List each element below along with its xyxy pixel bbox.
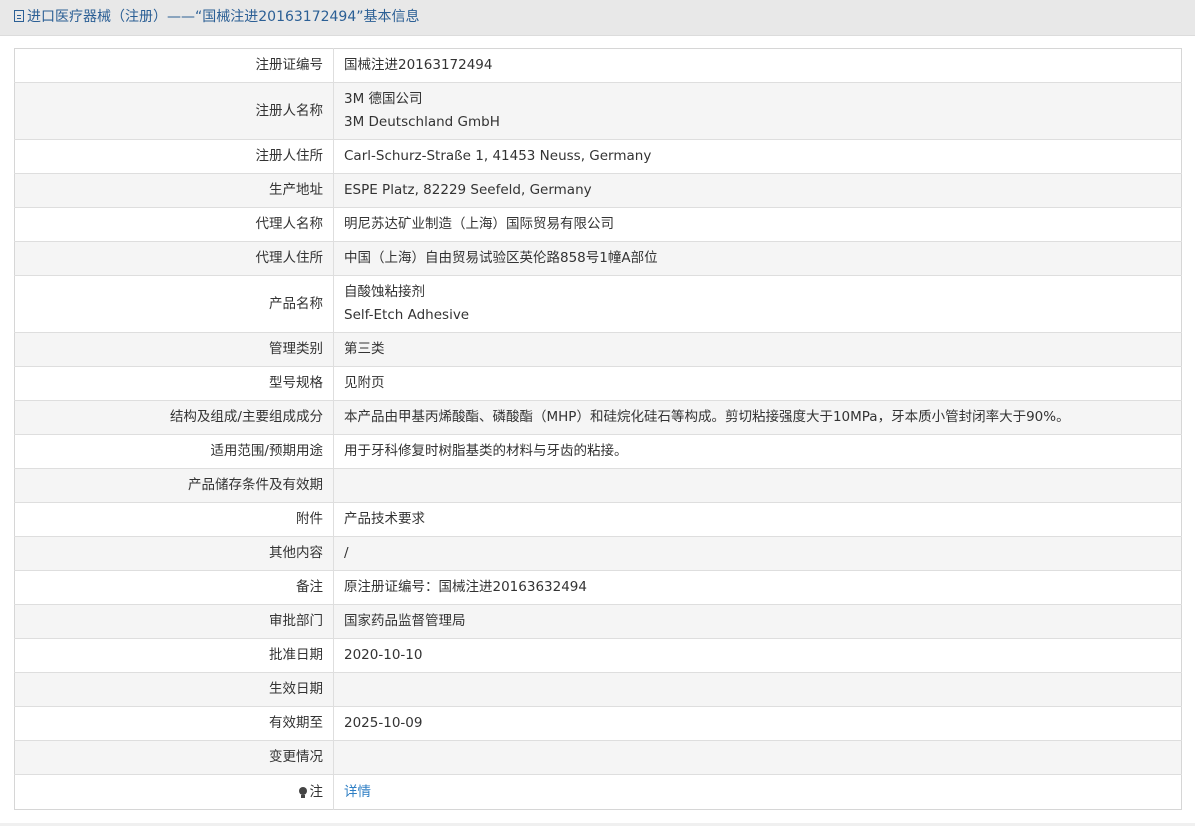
field-label: 附件 (14, 502, 334, 537)
field-value: 第三类 (333, 332, 1182, 367)
field-value-line: 第三类 (344, 341, 385, 357)
field-value-line: 国械注进20163172494 (344, 57, 493, 73)
field-value-line: 原注册证编号：国械注进20163632494 (344, 579, 587, 595)
field-label: 代理人名称 (14, 207, 334, 242)
table-row: 适用范围/预期用途 用于牙科修复时树脂基类的材料与牙齿的粘接。 (14, 434, 1182, 469)
page-title-text: 进口医疗器械（注册）——“国械注进20163172494”基本信息 (27, 9, 420, 25)
field-value: Carl-Schurz-Straße 1, 41453 Neuss, Germa… (333, 139, 1182, 174)
field-value: 自酸蚀粘接剂 Self-Etch Adhesive (333, 275, 1182, 333)
table-row: 代理人住所 中国（上海）自由贸易试验区英伦路858号1幢A部位 (14, 241, 1182, 276)
field-value (333, 740, 1182, 775)
field-value-line: / (344, 545, 349, 561)
field-value: 见附页 (333, 366, 1182, 401)
field-value: 用于牙科修复时树脂基类的材料与牙齿的粘接。 (333, 434, 1182, 469)
field-value-line: ESPE Platz, 82229 Seefeld, Germany (344, 182, 592, 198)
field-label: 注册人住所 (14, 139, 334, 174)
field-label: 管理类别 (14, 332, 334, 367)
field-value-line: 国家药品监督管理局 (344, 613, 466, 629)
field-value-line: 用于牙科修复时树脂基类的材料与牙齿的粘接。 (344, 443, 628, 459)
field-label: 产品储存条件及有效期 (14, 468, 334, 503)
field-label: 注册证编号 (14, 48, 334, 83)
field-label: 产品名称 (14, 275, 334, 333)
field-value: 2020-10-10 (333, 638, 1182, 673)
field-label: 生产地址 (14, 173, 334, 208)
note-label: 注 (309, 783, 324, 800)
table-row: 产品储存条件及有效期 (14, 468, 1182, 503)
field-value-line: 3M Deutschland GmbH (344, 114, 500, 130)
field-value (333, 468, 1182, 503)
field-label: 型号规格 (14, 366, 334, 401)
details-link[interactable]: 详情 (344, 784, 371, 800)
field-value (333, 672, 1182, 707)
field-label: 适用范围/预期用途 (14, 434, 334, 469)
field-label: 备注 (14, 570, 334, 605)
field-label: 代理人住所 (14, 241, 334, 276)
table-row: 变更情况 (14, 740, 1182, 775)
note-label-cell: 注 (14, 774, 334, 810)
table-row: 备注 原注册证编号：国械注进20163632494 (14, 570, 1182, 605)
table-row: 审批部门 国家药品监督管理局 (14, 604, 1182, 639)
field-label: 其他内容 (14, 536, 334, 571)
field-label: 审批部门 (14, 604, 334, 639)
table-row: 附件 产品技术要求 (14, 502, 1182, 537)
field-value: 明尼苏达矿业制造（上海）国际贸易有限公司 (333, 207, 1182, 242)
field-value: 国家药品监督管理局 (333, 604, 1182, 639)
table-row: 代理人名称 明尼苏达矿业制造（上海）国际贸易有限公司 (14, 207, 1182, 242)
field-value: / (333, 536, 1182, 571)
field-value: 原注册证编号：国械注进20163632494 (333, 570, 1182, 605)
table-row: 其他内容 / (14, 536, 1182, 571)
field-value: 产品技术要求 (333, 502, 1182, 537)
table-row: 有效期至 2025-10-09 (14, 706, 1182, 741)
field-value-line: 本产品由甲基丙烯酸酯、磷酸酯（MHP）和硅烷化硅石等构成。剪切粘接强度大于10M… (344, 409, 1070, 425)
field-value-line: 见附页 (344, 375, 385, 391)
table-row: 注册人名称 3M 德国公司 3M Deutschland GmbH (14, 82, 1182, 140)
field-value-line: 明尼苏达矿业制造（上海）国际贸易有限公司 (344, 216, 614, 232)
document-icon (14, 10, 24, 22)
table-row: 管理类别 第三类 (14, 332, 1182, 367)
device-info-table: 注册证编号 国械注进20163172494 注册人名称 3M 德国公司 3M Deuts… (14, 48, 1182, 810)
page-title: 进口医疗器械（注册）——“国械注进20163172494”基本信息 (14, 8, 419, 26)
field-value: 本产品由甲基丙烯酸酯、磷酸酯（MHP）和硅烷化硅石等构成。剪切粘接强度大于10M… (333, 400, 1182, 435)
table-row: 型号规格 见附页 (14, 366, 1182, 401)
field-value-line: Self-Etch Adhesive (344, 307, 470, 323)
field-value: ESPE Platz, 82229 Seefeld, Germany (333, 173, 1182, 208)
field-value-line: 自酸蚀粘接剂 (344, 284, 425, 300)
field-value: 3M 德国公司 3M Deutschland GmbH (333, 82, 1182, 140)
table-row: 结构及组成/主要组成成分 本产品由甲基丙烯酸酯、磷酸酯（MHP）和硅烷化硅石等构成… (14, 400, 1182, 435)
note-row: 注 详情 (14, 774, 1182, 810)
table-row: 注册人住所 Carl-Schurz-Straße 1, 41453 Neuss, … (14, 139, 1182, 174)
field-value-line: 2020-10-10 (344, 647, 423, 663)
field-label: 变更情况 (14, 740, 334, 775)
field-value-line: 2025-10-09 (344, 715, 423, 731)
field-label: 结构及组成/主要组成成分 (14, 400, 334, 435)
table-row: 批准日期 2020-10-10 (14, 638, 1182, 673)
field-value: 国械注进20163172494 (333, 48, 1182, 83)
field-value-line: 中国（上海）自由贸易试验区英伦路858号1幢A部位 (344, 250, 658, 266)
table-row: 注册证编号 国械注进20163172494 (14, 48, 1182, 83)
device-info-body: 注册证编号 国械注进20163172494 注册人名称 3M 德国公司 3M Deuts… (14, 48, 1182, 810)
table-row: 生产地址 ESPE Platz, 82229 Seefeld, Germany (14, 173, 1182, 208)
table-row: 生效日期 (14, 672, 1182, 707)
field-value-line: 产品技术要求 (344, 511, 425, 527)
field-value: 中国（上海）自由贸易试验区英伦路858号1幢A部位 (333, 241, 1182, 276)
table-row: 产品名称 自酸蚀粘接剂 Self-Etch Adhesive (14, 275, 1182, 333)
note-value-cell: 详情 (333, 774, 1182, 810)
lightbulb-icon (298, 786, 307, 798)
field-label: 生效日期 (14, 672, 334, 707)
page-header: 进口医疗器械（注册）——“国械注进20163172494”基本信息 (0, 0, 1195, 36)
field-label: 注册人名称 (14, 82, 334, 140)
field-value-line: Carl-Schurz-Straße 1, 41453 Neuss, Germa… (344, 148, 652, 164)
field-label: 批准日期 (14, 638, 334, 673)
field-value-line: 3M 德国公司 (344, 91, 423, 107)
field-value: 2025-10-09 (333, 706, 1182, 741)
field-label: 有效期至 (14, 706, 334, 741)
